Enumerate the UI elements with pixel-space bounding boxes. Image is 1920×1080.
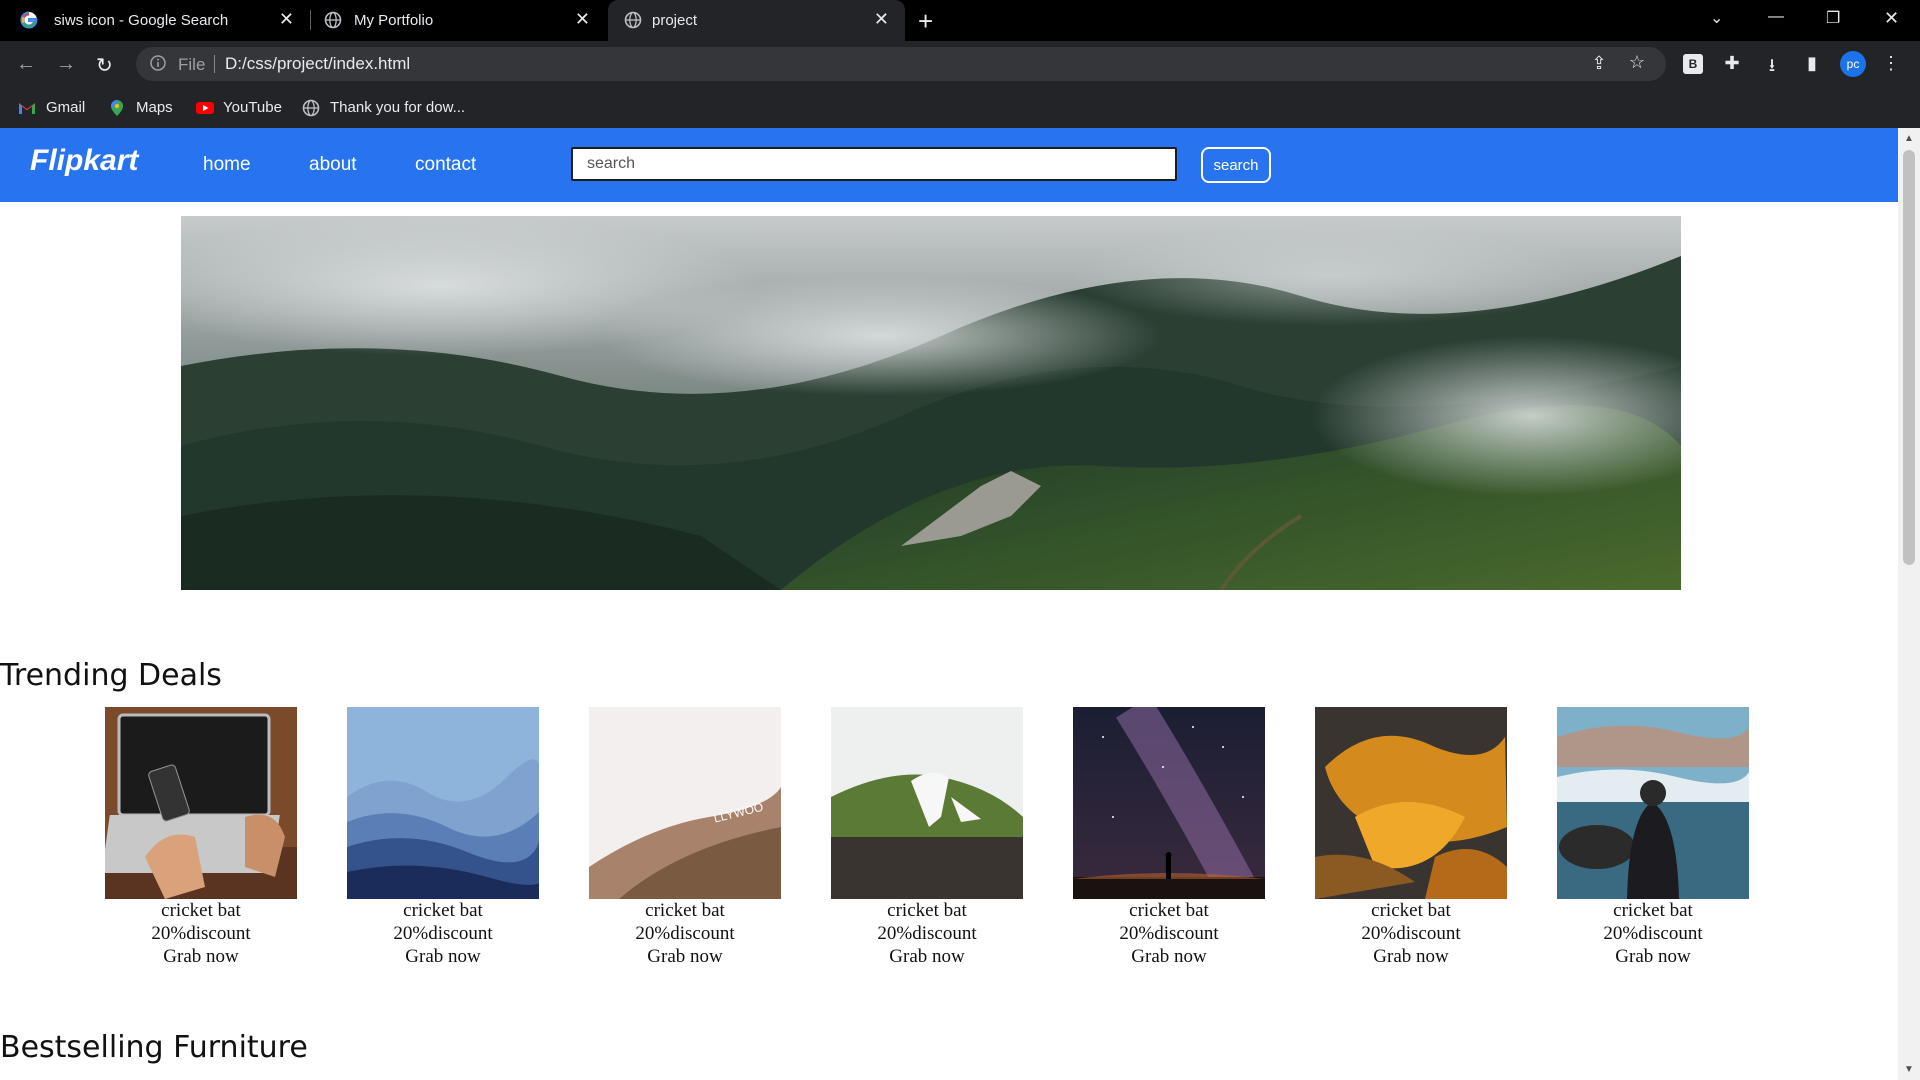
back-icon[interactable]: ← — [16, 53, 36, 76]
new-tab-icon[interactable]: + — [918, 6, 933, 37]
tab-search-chevron-icon[interactable]: ⌄ — [1710, 8, 1723, 28]
deal-cta[interactable]: Grab now — [1557, 945, 1749, 968]
deal-image-hollywood-hill: LLYWOO — [589, 707, 781, 899]
deal-name: cricket bat — [1613, 900, 1693, 921]
deal-discount: 20%discount — [1603, 923, 1703, 944]
url-text[interactable]: D:/css/project/index.html — [225, 54, 410, 74]
tab-strip: siws icon - Google Search ✕ My Portfolio… — [0, 0, 1920, 41]
profile-initials: pc — [1846, 57, 1860, 71]
search-button[interactable]: search — [1201, 147, 1271, 183]
deal-name: cricket bat — [1129, 900, 1209, 921]
deal-image-autumn-leaves — [1315, 707, 1507, 899]
deal-cta[interactable]: Grab now — [347, 945, 539, 968]
url-scheme: File — [178, 55, 206, 74]
deal-name: cricket bat — [403, 900, 483, 921]
globe-icon — [624, 11, 642, 29]
deal-discount: 20%discount — [1361, 923, 1461, 944]
bookmark-label: Maps — [136, 99, 173, 116]
tab-google-search[interactable]: siws icon - Google Search ✕ — [0, 0, 310, 41]
info-icon[interactable] — [150, 55, 166, 71]
gmail-icon — [19, 103, 35, 114]
page-scrollbar[interactable]: ▲ ▼ — [1898, 128, 1920, 1080]
deal-cta[interactable]: Grab now — [831, 945, 1023, 968]
deal-cta[interactable]: Grab now — [1073, 945, 1265, 968]
address-bar[interactable]: File D:/css/project/index.html ⇪ ☆ — [136, 47, 1666, 81]
deal-name: cricket bat — [645, 900, 725, 921]
tab-title: My Portfolio — [354, 12, 434, 29]
search-input[interactable] — [571, 147, 1177, 181]
bookmark-label: Gmail — [46, 99, 86, 116]
page-viewport: Flipkart home about contact search searc… — [0, 128, 1898, 1080]
deal-card[interactable]: cricket bat 20%discount Grab now — [1073, 707, 1265, 968]
menu-kebab-icon[interactable]: ⋮ — [1880, 53, 1902, 75]
section-title-trending: Trending Deals — [0, 658, 222, 693]
deal-card[interactable]: LLYWOO cricket bat 20%discount Grab now — [589, 707, 781, 968]
extension-b-icon[interactable]: B — [1683, 54, 1703, 74]
scroll-down-icon[interactable]: ▼ — [1904, 1064, 1914, 1075]
site-navbar: Flipkart home about contact search — [0, 128, 1898, 202]
site-logo[interactable]: Flipkart — [30, 144, 138, 178]
globe-icon — [324, 11, 342, 29]
close-window-icon[interactable]: ✕ — [1884, 8, 1899, 29]
close-tab-icon[interactable]: ✕ — [575, 9, 590, 30]
scroll-up-icon[interactable]: ▲ — [1904, 133, 1914, 144]
close-tab-icon[interactable]: ✕ — [874, 9, 889, 30]
share-icon[interactable]: ⇪ — [1588, 53, 1610, 75]
divider — [214, 55, 215, 73]
browser-toolbar: ← → ↻ File D:/css/project/index.html ⇪ ☆… — [0, 41, 1920, 89]
deal-name: cricket bat — [887, 900, 967, 921]
bookmark-star-icon[interactable]: ☆ — [1626, 52, 1648, 74]
close-tab-icon[interactable]: ✕ — [279, 9, 294, 30]
deal-image-lake-person — [1557, 707, 1749, 899]
tab-project[interactable]: project ✕ — [608, 0, 905, 41]
deal-card[interactable]: cricket bat 20%discount Grab now — [347, 707, 539, 968]
forward-icon[interactable]: → — [56, 53, 76, 76]
tab-my-portfolio[interactable]: My Portfolio ✕ — [310, 0, 606, 41]
side-panel-icon[interactable]: ▮ — [1801, 53, 1823, 75]
hero-banner-image — [181, 216, 1681, 590]
nav-home-link[interactable]: home — [203, 154, 251, 176]
extension-letter: B — [1688, 57, 1698, 71]
deal-discount: 20%discount — [635, 923, 735, 944]
tab-title: siws icon - Google Search — [54, 12, 229, 29]
deal-cta[interactable]: Grab now — [1315, 945, 1507, 968]
deal-card[interactable]: cricket bat 20%discount Grab now — [1315, 707, 1507, 968]
deal-image-mountains — [347, 707, 539, 899]
youtube-icon — [196, 102, 214, 114]
deal-discount: 20%discount — [151, 923, 251, 944]
restore-icon[interactable]: ❐ — [1826, 8, 1840, 28]
deal-image-milky-way — [1073, 707, 1265, 899]
deal-discount: 20%discount — [393, 923, 493, 944]
profile-avatar[interactable]: pc — [1840, 51, 1866, 77]
nav-about-link[interactable]: about — [309, 154, 357, 176]
section-title-furniture: Bestselling Furniture — [0, 1030, 308, 1065]
google-icon — [20, 11, 38, 29]
minimize-icon[interactable]: — — [1768, 8, 1784, 26]
deal-discount: 20%discount — [877, 923, 977, 944]
nav-contact-link[interactable]: contact — [415, 154, 476, 176]
globe-icon — [302, 99, 320, 117]
deal-image-laptop — [105, 707, 297, 899]
bookmarks-bar: Gmail Maps YouTube Thank you for dow... — [0, 89, 1920, 128]
deal-image-snowy-hill — [831, 707, 1023, 899]
tab-title: project — [652, 12, 698, 29]
extensions-puzzle-icon[interactable]: ✚ — [1721, 53, 1743, 75]
bookmark-label: YouTube — [223, 99, 282, 116]
deal-name: cricket bat — [1371, 900, 1451, 921]
deal-card[interactable]: cricket bat 20%discount Grab now — [1557, 707, 1749, 968]
deal-card[interactable]: cricket bat 20%discount Grab now — [105, 707, 297, 968]
maps-icon — [111, 100, 123, 116]
bookmark-label: Thank you for dow... — [330, 99, 466, 116]
scrollbar-thumb[interactable] — [1903, 150, 1915, 565]
deal-card[interactable]: cricket bat 20%discount Grab now — [831, 707, 1023, 968]
deal-discount: 20%discount — [1119, 923, 1219, 944]
deal-name: cricket bat — [161, 900, 241, 921]
deal-cta[interactable]: Grab now — [589, 945, 781, 968]
reload-icon[interactable]: ↻ — [96, 53, 113, 78]
deal-cta[interactable]: Grab now — [105, 945, 297, 968]
download-icon[interactable]: ⭳ — [1761, 53, 1783, 75]
